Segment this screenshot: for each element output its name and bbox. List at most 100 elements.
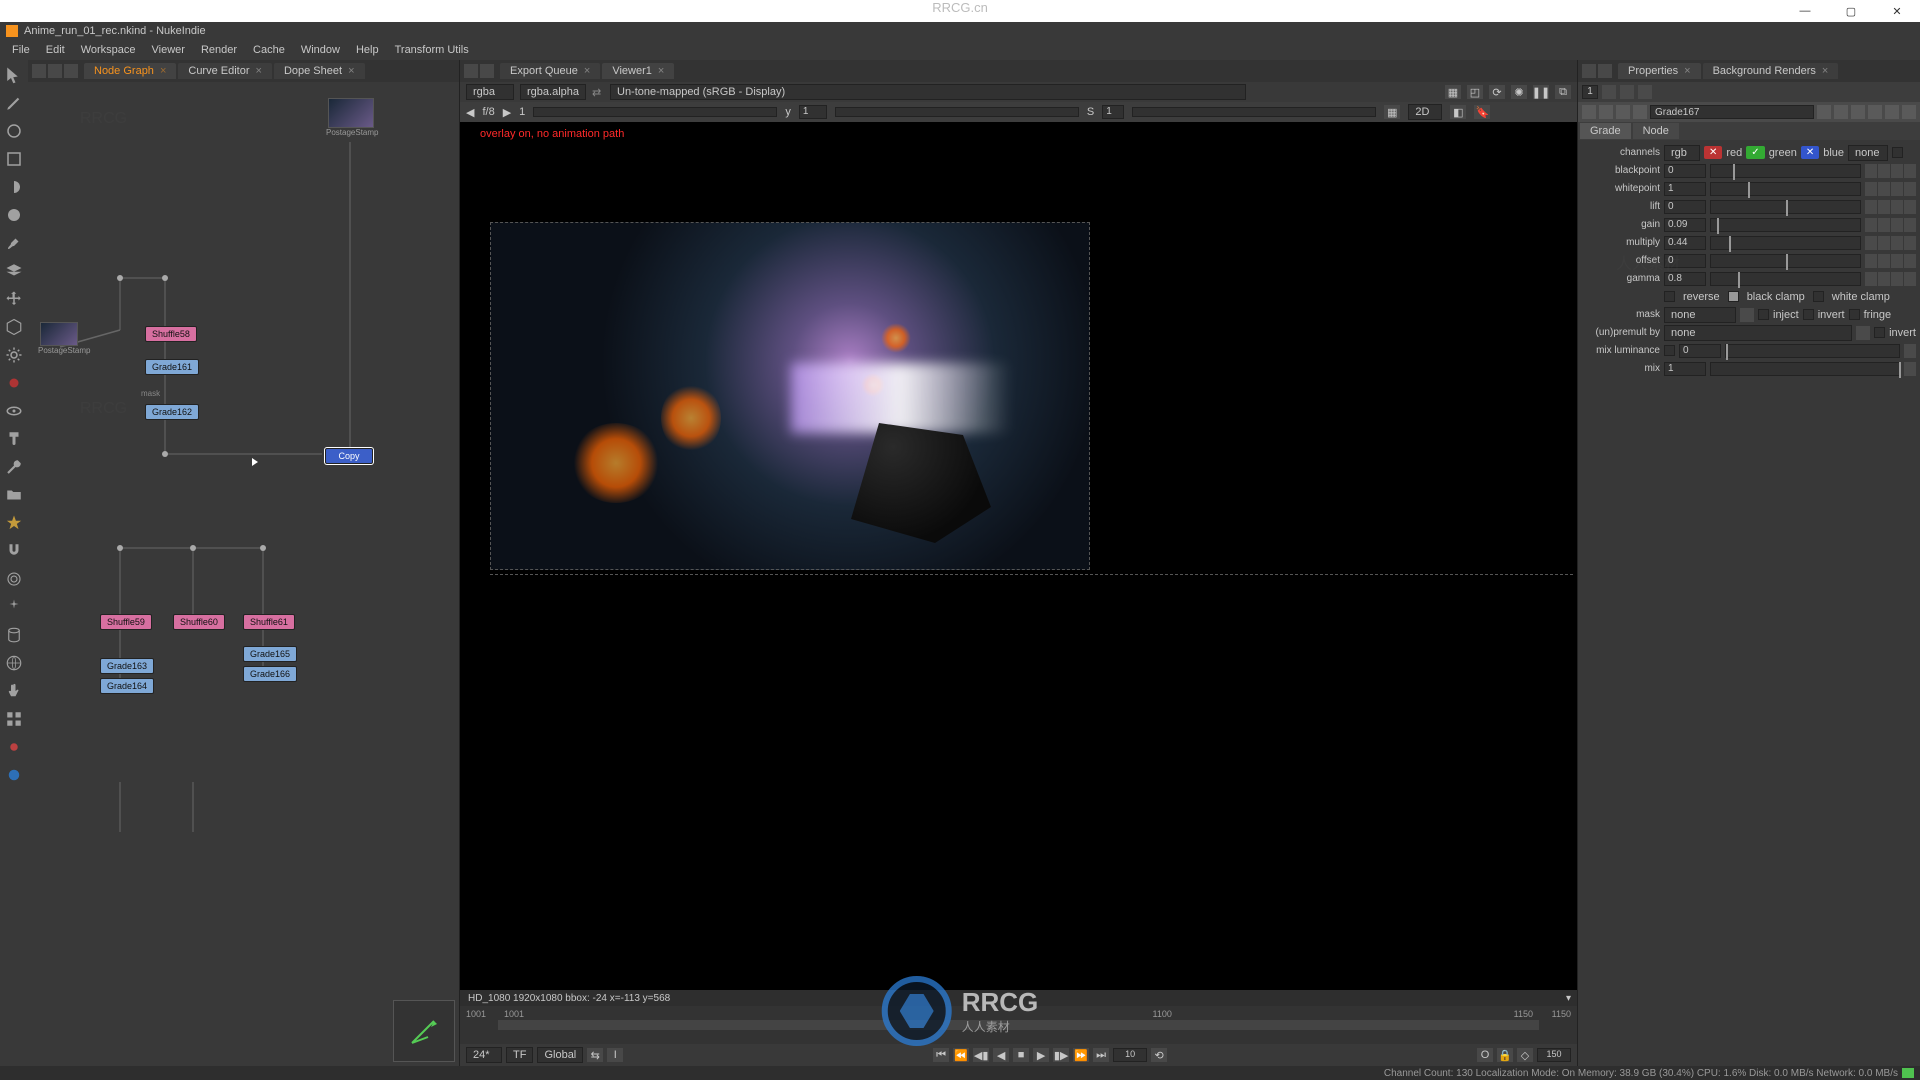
- center-icon[interactable]: [1599, 105, 1613, 119]
- subtab-grade[interactable]: Grade: [1580, 123, 1631, 139]
- window-maximize-button[interactable]: ▢: [1828, 0, 1874, 22]
- target-icon[interactable]: [5, 570, 23, 588]
- circle-hollow-icon[interactable]: [5, 122, 23, 140]
- color-swatch[interactable]: [1865, 254, 1877, 268]
- red-dot-icon[interactable]: [5, 738, 23, 756]
- color-wheel-icon[interactable]: [1878, 200, 1890, 214]
- channel-a-dropdown[interactable]: rgba: [466, 84, 514, 100]
- channel-b-dropdown[interactable]: rgba.alpha: [520, 84, 586, 100]
- close-icon[interactable]: ×: [348, 65, 354, 77]
- fringe-check[interactable]: [1849, 309, 1860, 320]
- menu-cache[interactable]: Cache: [245, 42, 293, 58]
- roi-icon[interactable]: ◰: [1467, 85, 1483, 99]
- wrench-icon[interactable]: [5, 458, 23, 476]
- whitepoint-slider[interactable]: [1710, 182, 1861, 196]
- channels-dropdown[interactable]: rgb: [1664, 145, 1700, 161]
- last-frame-value[interactable]: 150: [1537, 1048, 1571, 1062]
- stop-icon[interactable]: ■: [1013, 1048, 1029, 1062]
- gain-input[interactable]: 0.09: [1664, 218, 1706, 232]
- dot-node[interactable]: [117, 275, 123, 281]
- dot-node[interactable]: [190, 545, 196, 551]
- close-icon[interactable]: ×: [658, 65, 664, 77]
- layers-icon[interactable]: [5, 262, 23, 280]
- folder-icon[interactable]: [5, 486, 23, 504]
- lock-icon[interactable]: 🔒: [1497, 1048, 1513, 1062]
- cylinder-icon[interactable]: [5, 626, 23, 644]
- unpremult-invert-check[interactable]: [1874, 327, 1885, 338]
- loop-icon[interactable]: ⟲: [1151, 1048, 1167, 1062]
- close-icon[interactable]: ×: [256, 65, 262, 77]
- dot-node[interactable]: [117, 545, 123, 551]
- anim-icon[interactable]: [1904, 236, 1916, 250]
- expand-icon[interactable]: [1891, 164, 1903, 178]
- color-wheel-icon[interactable]: [1878, 236, 1890, 250]
- dot-node[interactable]: [162, 451, 168, 457]
- anim-icon[interactable]: [1904, 254, 1916, 268]
- brush-icon[interactable]: [5, 234, 23, 252]
- next-keyframe-icon[interactable]: ⏩: [1073, 1048, 1089, 1062]
- colorspace-dropdown[interactable]: Un-tone-mapped (sRGB - Display): [610, 84, 1246, 100]
- dot-node[interactable]: [162, 275, 168, 281]
- menu-viewer[interactable]: Viewer: [144, 42, 193, 58]
- clip-icon[interactable]: ▦: [1445, 85, 1461, 99]
- capture-icon[interactable]: ⧉: [1555, 85, 1571, 99]
- move-icon[interactable]: [5, 290, 23, 308]
- expand-icon[interactable]: [1891, 254, 1903, 268]
- tab-viewer1[interactable]: Viewer1×: [602, 63, 674, 79]
- tab-bg-renders[interactable]: Background Renders×: [1703, 63, 1839, 79]
- redo-icon[interactable]: [1868, 105, 1882, 119]
- pencil-icon[interactable]: [5, 94, 23, 112]
- window-close-button[interactable]: ✕: [1874, 0, 1920, 22]
- minimap[interactable]: [393, 1000, 455, 1062]
- help-icon[interactable]: [1885, 105, 1899, 119]
- subtab-node[interactable]: Node: [1633, 123, 1679, 139]
- color-swatch[interactable]: [1865, 164, 1877, 178]
- window-minimize-button[interactable]: —: [1782, 0, 1828, 22]
- blackpoint-slider[interactable]: [1710, 164, 1861, 178]
- grid-icon[interactable]: [5, 710, 23, 728]
- prev-keyframe-icon[interactable]: ⏪: [953, 1048, 969, 1062]
- mask-picker-icon[interactable]: [1740, 308, 1754, 322]
- color-wheel-icon[interactable]: [1878, 254, 1890, 268]
- wipe-icon[interactable]: ◧: [1450, 105, 1466, 119]
- menu-help[interactable]: Help: [348, 42, 387, 58]
- panel-menu-icon[interactable]: [464, 64, 478, 78]
- unpremult-dropdown[interactable]: none: [1664, 325, 1852, 341]
- copy-icon[interactable]: [1834, 105, 1848, 119]
- color-swatch[interactable]: [1865, 272, 1877, 286]
- arrow-icon[interactable]: [5, 66, 23, 84]
- black-clamp-check[interactable]: [1728, 291, 1739, 302]
- gamma-value[interactable]: 1: [799, 105, 827, 119]
- lift-input[interactable]: 0: [1664, 200, 1706, 214]
- fstop-value[interactable]: f/8: [482, 106, 494, 118]
- chevron-down-icon[interactable]: [1582, 105, 1596, 119]
- anim-icon[interactable]: [1904, 362, 1916, 376]
- menu-transform-utils[interactable]: Transform Utils: [387, 42, 477, 58]
- cube-icon[interactable]: [5, 318, 23, 336]
- panel-menu2-icon[interactable]: [48, 64, 62, 78]
- color-wheel-icon[interactable]: [1878, 218, 1890, 232]
- circle-solid-icon[interactable]: [5, 206, 23, 224]
- postagestamp-node-2[interactable]: [40, 322, 78, 346]
- bookmark-icon[interactable]: 🔖: [1474, 105, 1490, 119]
- color-swatch[interactable]: [1865, 236, 1877, 250]
- whitepoint-input[interactable]: 1: [1664, 182, 1706, 196]
- s-value[interactable]: 1: [1102, 105, 1124, 119]
- invert-check[interactable]: [1803, 309, 1814, 320]
- panel-maximize-icon[interactable]: [480, 64, 494, 78]
- multiply-input[interactable]: 0.44: [1664, 236, 1706, 250]
- tab-properties[interactable]: Properties×: [1618, 63, 1701, 79]
- close-icon[interactable]: ×: [1822, 65, 1828, 77]
- grade-node[interactable]: Grade165: [243, 646, 297, 662]
- label-icon[interactable]: [1633, 105, 1647, 119]
- color-wheel-icon[interactable]: [1878, 164, 1890, 178]
- sparkle-icon[interactable]: [5, 598, 23, 616]
- tf-dropdown[interactable]: TF: [506, 1047, 533, 1063]
- eye-icon[interactable]: [5, 402, 23, 420]
- step-fwd-icon[interactable]: ▮▶: [1053, 1048, 1069, 1062]
- menu-render[interactable]: Render: [193, 42, 245, 58]
- expand-icon[interactable]: [1891, 218, 1903, 232]
- sync-icon[interactable]: ⇆: [587, 1048, 603, 1062]
- chan-blue[interactable]: blue: [1823, 147, 1844, 159]
- shuffle-node[interactable]: Shuffle59: [100, 614, 152, 630]
